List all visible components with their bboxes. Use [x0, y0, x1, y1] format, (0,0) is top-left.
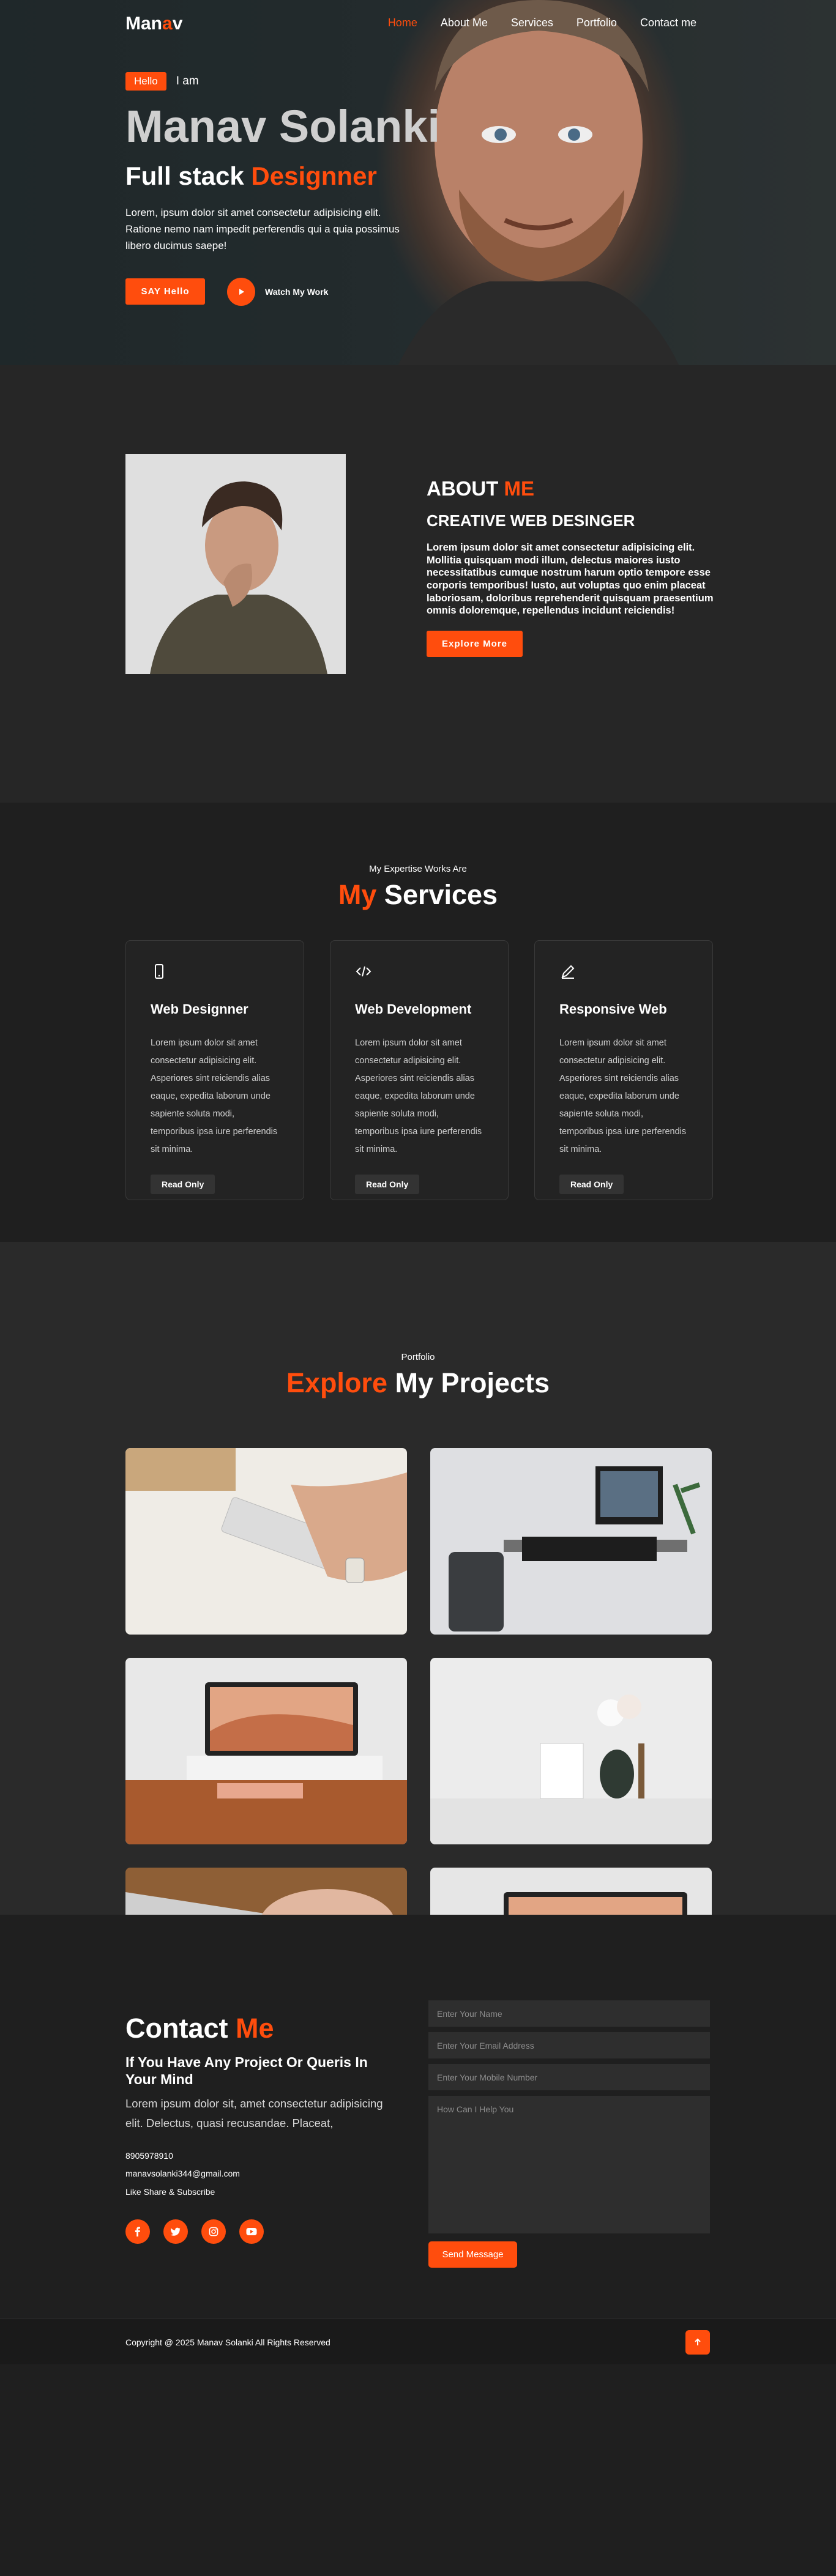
contact-subtitle: If You Have Any Project Or Queris In You…: [125, 2054, 368, 2087]
about-title: ABOUT ME: [427, 477, 534, 500]
service-card: Web Development Lorem ipsum dolor sit am…: [330, 940, 509, 1200]
read-only-button[interactable]: Read Only: [355, 1175, 420, 1194]
message-field[interactable]: [428, 2096, 710, 2233]
hello-badge: Hello: [125, 72, 166, 91]
contact-title: Contact Me: [125, 2013, 274, 2044]
copyright-text: Copyright @ 2025 Manav Solanki All Right…: [125, 2337, 330, 2347]
project-image[interactable]: [430, 1658, 712, 1844]
twitter-button[interactable]: [163, 2219, 188, 2244]
hero-content: Hello I am Manav Solanki Full stack Desi…: [125, 72, 468, 306]
about-portrait-image: [125, 454, 346, 674]
service-card-body: Lorem ipsum dolor sit amet consectetur a…: [355, 1038, 482, 1154]
instagram-button[interactable]: [201, 2219, 226, 2244]
email-field[interactable]: [428, 2032, 710, 2058]
portfolio-section: Portfolio Explore My Projects: [0, 1242, 836, 2054]
explore-more-button[interactable]: Explore More: [427, 630, 523, 657]
services-title: My Services: [338, 879, 498, 910]
contact-section: Contact Me If You Have Any Project Or Qu…: [0, 1915, 836, 2318]
service-card-title: Responsive Web: [559, 1001, 667, 1017]
social-links: [125, 2219, 401, 2244]
service-card: Responsive Web Lorem ipsum dolor sit ame…: [534, 940, 713, 1200]
instagram-icon: [209, 2227, 218, 2236]
facebook-button[interactable]: [125, 2219, 150, 2244]
scroll-top-button[interactable]: [685, 2330, 710, 2355]
nav-links: Home About Me Services Portfolio Contact…: [365, 17, 696, 29]
contact-share: Like Share & Subscribe: [125, 2186, 215, 2197]
contact-form: Send Message: [428, 2000, 710, 2268]
send-message-button[interactable]: Send Message: [428, 2241, 517, 2268]
nav-link-contact[interactable]: Contact me: [640, 17, 696, 29]
project-image[interactable]: [125, 1658, 407, 1844]
about-section: ABOUT ME CREATIVE WEB DESINGER Lorem ips…: [0, 365, 836, 803]
about-body: Lorem ipsum dolor sit amet consectetur a…: [427, 542, 714, 617]
nav-link-portfolio[interactable]: Portfolio: [577, 17, 617, 29]
services-section: My Expertise Works Are My Services Web D…: [0, 803, 836, 1242]
mobile-field[interactable]: [428, 2064, 710, 2090]
service-cards: Web Designner Lorem ipsum dolor sit amet…: [125, 940, 713, 1200]
say-hello-button[interactable]: SAY Hello: [125, 278, 205, 305]
top-nav: Manav Home About Me Services Portfolio C…: [0, 0, 836, 46]
play-icon: [239, 288, 244, 295]
about-text: ABOUT ME CREATIVE WEB DESINGER Lorem ips…: [427, 477, 714, 657]
mobile-icon: [155, 964, 163, 979]
nav-link-about[interactable]: About Me: [441, 17, 488, 29]
youtube-button[interactable]: [239, 2219, 264, 2244]
pen-icon: [561, 965, 575, 979]
footer: Copyright @ 2025 Manav Solanki All Right…: [0, 2318, 836, 2364]
hero-name: Manav Solanki: [125, 101, 441, 152]
play-button[interactable]: [227, 277, 255, 306]
youtube-icon: [246, 2228, 257, 2236]
logo[interactable]: Manav: [125, 13, 182, 34]
service-card-title: Web Development: [355, 1001, 472, 1017]
facebook-icon: [135, 2227, 140, 2237]
watch-my-work-link[interactable]: Watch My Work: [265, 287, 328, 297]
arrow-up-icon: [695, 2338, 701, 2345]
portfolio-eyebrow: Portfolio: [401, 1352, 435, 1362]
contact-phone[interactable]: 8905978910: [125, 2147, 401, 2165]
project-image[interactable]: [430, 1448, 712, 1635]
nav-link-home[interactable]: Home: [388, 17, 417, 29]
about-subtitle: CREATIVE WEB DESINGER: [427, 511, 635, 530]
contact-text: Lorem ipsum dolor sit, amet consectetur …: [125, 2097, 383, 2129]
project-image[interactable]: [125, 1448, 407, 1635]
service-card-body: Lorem ipsum dolor sit amet consectetur a…: [559, 1038, 687, 1154]
hero-text: Lorem, ipsum dolor sit amet consectetur …: [125, 207, 400, 252]
read-only-button[interactable]: Read Only: [151, 1175, 215, 1194]
service-card-body: Lorem ipsum dolor sit amet consectetur a…: [151, 1038, 278, 1154]
name-field[interactable]: [428, 2000, 710, 2027]
hero-role: Full stack Designner: [125, 161, 377, 190]
contact-email[interactable]: manavsolanki344@gmail.com: [125, 2165, 401, 2183]
contact-info-block: Contact Me If You Have Any Project Or Qu…: [125, 2013, 401, 2244]
service-card: Web Designner Lorem ipsum dolor sit amet…: [125, 940, 304, 1200]
code-icon: [356, 966, 371, 977]
iam-text: I am: [176, 75, 199, 87]
nav-link-services[interactable]: Services: [511, 17, 553, 29]
portfolio-title: Explore My Projects: [286, 1367, 550, 1398]
service-card-title: Web Designner: [151, 1001, 248, 1017]
read-only-button[interactable]: Read Only: [559, 1175, 624, 1194]
services-eyebrow: My Expertise Works Are: [369, 864, 467, 874]
hero-section: Manav Home About Me Services Portfolio C…: [0, 0, 836, 365]
twitter-icon: [171, 2227, 181, 2236]
